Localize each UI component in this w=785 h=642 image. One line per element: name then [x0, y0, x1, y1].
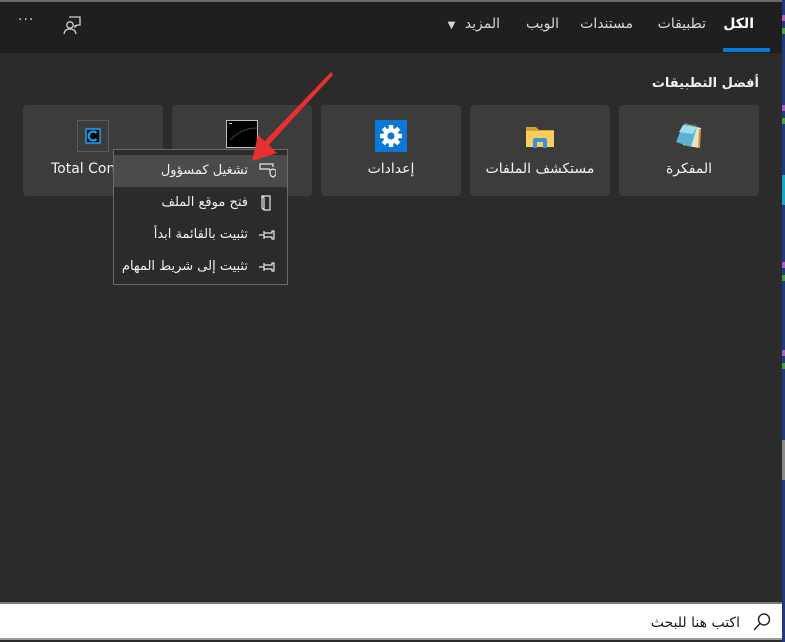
tab-documents[interactable]: مستندات: [580, 16, 633, 32]
app-tile-label: مستكشف الملفات: [485, 161, 595, 177]
search-input[interactable]: [10, 610, 742, 636]
search-header: الكل تطبيقات مستندات الويب المزيد ▼ ···: [0, 2, 782, 53]
tab-more-label: المزيد: [464, 16, 500, 32]
ellipsis-icon[interactable]: ···: [18, 12, 42, 36]
menu-item-pin-to-start[interactable]: تثبيت بالقائمة ابدأ: [114, 219, 287, 251]
command-prompt-icon: [226, 120, 258, 152]
section-title: أفضل التطبيقات: [651, 76, 759, 91]
menu-item-label: تشغيل كمسؤول: [160, 163, 248, 178]
app-tile-settings[interactable]: إعدادات: [321, 105, 461, 196]
menu-item-label: فتح موقع الملف: [161, 195, 248, 210]
app-tile-notepad[interactable]: المفكرة: [619, 105, 759, 196]
menu-item-run-as-admin[interactable]: تشغيل كمسؤول: [114, 155, 287, 187]
menu-item-label: تثبيت بالقائمة ابدأ: [153, 227, 248, 242]
run-as-admin-shield-icon: [258, 163, 277, 179]
chevron-down-icon: ▼: [447, 20, 456, 31]
tab-web[interactable]: الويب: [526, 16, 559, 32]
menu-item-pin-to-taskbar[interactable]: تثبيت إلى شريط المهام: [114, 251, 287, 283]
tab-apps[interactable]: تطبيقات: [658, 16, 706, 32]
pin-icon: [258, 227, 276, 243]
open-file-location-icon: [258, 195, 276, 211]
file-explorer-icon: [524, 120, 556, 152]
search-icon: [752, 612, 772, 632]
menu-item-open-file-location[interactable]: فتح موقع الملف: [114, 187, 287, 219]
search-bar: [0, 602, 782, 640]
context-menu: تشغيل كمسؤول فتح موقع الملف تثبيت بالقائ…: [113, 149, 288, 285]
settings-gear-icon: [375, 120, 407, 152]
menu-item-label: تثبيت إلى شريط المهام: [121, 259, 248, 274]
feedback-person-icon[interactable]: [61, 14, 85, 38]
tab-all[interactable]: الكل: [723, 16, 754, 32]
active-tab-indicator: [723, 48, 770, 52]
app-tile-label: إعدادات: [367, 161, 415, 177]
app-tile-file-explorer[interactable]: مستكشف الملفات: [470, 105, 610, 196]
total-commander-icon: [77, 120, 109, 152]
notepad-icon: [673, 120, 705, 152]
pin-icon: [258, 259, 276, 275]
tab-more[interactable]: المزيد ▼: [448, 16, 500, 32]
app-tile-label: المفكرة: [665, 161, 713, 177]
